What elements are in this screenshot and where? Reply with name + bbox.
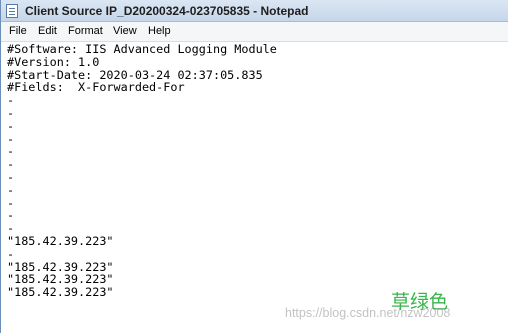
editor-line: -	[7, 182, 15, 197]
editor-line: -	[7, 118, 15, 133]
editor-line: -	[7, 169, 15, 184]
editor-text: #Software: IIS Advanced Logging Module #V…	[7, 43, 277, 299]
watermark-url: https://blog.csdn.net/nzw2008	[285, 306, 451, 320]
menu-view[interactable]: View	[113, 25, 137, 37]
title-bar[interactable]: Client Source IP_D20200324-023705835 - N…	[1, 0, 508, 22]
editor-line: -	[7, 157, 15, 172]
notepad-window: Client Source IP_D20200324-023705835 - N…	[0, 0, 508, 333]
editor-line: -	[7, 195, 15, 210]
menu-format[interactable]: Format	[68, 25, 103, 37]
editor-line: -	[7, 93, 15, 108]
menu-help[interactable]: Help	[148, 25, 171, 37]
editor-line: -	[7, 208, 15, 223]
editor-line: "185.42.39.223"	[7, 233, 114, 248]
editor-line: -	[7, 105, 15, 120]
editor-line: #Version: 1.0	[7, 54, 100, 69]
notepad-icon	[6, 4, 18, 18]
menu-edit[interactable]: Edit	[38, 25, 57, 37]
editor-line: -	[7, 246, 15, 261]
editor-line: "185.42.39.223"	[7, 285, 114, 300]
editor-line: #Fields: X-Forwarded-For	[7, 80, 185, 95]
menu-file[interactable]: File	[9, 25, 27, 37]
editor-line: -	[7, 131, 15, 146]
editor-line: #Software: IIS Advanced Logging Module	[7, 42, 277, 56]
menu-bar: File Edit Format View Help	[1, 22, 508, 42]
window-title: Client Source IP_D20200324-023705835 - N…	[25, 4, 309, 18]
editor-line: -	[7, 144, 15, 159]
